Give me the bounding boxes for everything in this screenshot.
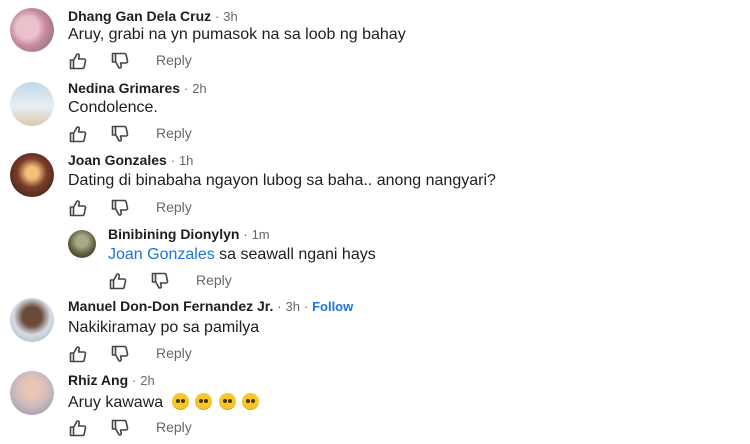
avatar[interactable] (10, 8, 54, 52)
separator: · (132, 373, 137, 388)
separator: · (170, 153, 176, 168)
author-name[interactable]: Rhiz Ang (68, 372, 128, 388)
separator: · (183, 81, 189, 96)
comment-header: Manuel Don-Don Fernandez Jr. · 3h · Foll… (68, 298, 353, 314)
reply-button[interactable]: Reply (156, 52, 192, 68)
thumbs-up-icon[interactable] (68, 51, 88, 71)
thumbs-up-icon[interactable] (68, 124, 88, 144)
crying-face-emoji (241, 393, 259, 410)
comment-text: Dating di binabaha ngayon lubog sa baha.… (68, 172, 496, 189)
comment-header: Joan Gonzales · 1h (68, 152, 193, 168)
timestamp[interactable]: 3h (223, 9, 237, 24)
avatar[interactable] (10, 371, 54, 415)
timestamp[interactable]: 2h (192, 81, 206, 96)
thumbs-up-icon[interactable] (68, 344, 88, 364)
thumbs-down-icon[interactable] (110, 51, 130, 71)
comment-actions: Reply (68, 344, 268, 364)
timestamp[interactable]: 3h (285, 299, 299, 314)
crying-face-emoji (195, 393, 213, 410)
reply-button[interactable]: Reply (156, 125, 192, 141)
reply-button[interactable]: Reply (156, 419, 192, 435)
thumbs-down-icon[interactable] (110, 344, 130, 364)
comment-header: Dhang Gan Dela Cruz · 3h (68, 8, 238, 24)
author-name[interactable]: Manuel Don-Don Fernandez Jr. (68, 298, 273, 314)
avatar[interactable] (68, 230, 96, 258)
comment-header: Nedina Grimares · 2h (68, 80, 207, 96)
thumbs-down-icon[interactable] (110, 198, 130, 218)
comment-actions: Reply (68, 198, 268, 218)
mention-link[interactable]: Joan Gonzales (108, 246, 215, 263)
comment-actions: Reply (68, 124, 268, 144)
thumbs-up-icon[interactable] (68, 198, 88, 218)
author-name[interactable]: Joan Gonzales (68, 152, 167, 168)
timestamp[interactable]: 2h (140, 373, 154, 388)
reply-button[interactable]: Reply (156, 199, 192, 215)
avatar[interactable] (10, 298, 54, 342)
thumbs-down-icon[interactable] (150, 271, 170, 291)
separator: · (215, 9, 220, 24)
emoji-group (171, 393, 261, 411)
thumbs-down-icon[interactable] (110, 418, 130, 438)
follow-button[interactable]: Follow (312, 299, 353, 314)
comment-text: Aruy, grabi na yn pumasok na sa loob ng … (68, 26, 406, 43)
timestamp[interactable]: 1h (179, 153, 193, 168)
author-name[interactable]: Binibining Dionylyn (108, 226, 239, 242)
comment-actions: Reply (68, 418, 268, 438)
comment-actions: Reply (108, 271, 308, 291)
separator: · (277, 299, 282, 314)
author-name[interactable]: Dhang Gan Dela Cruz (68, 8, 211, 24)
timestamp[interactable]: 1m (252, 227, 270, 242)
reply-button[interactable]: Reply (196, 272, 232, 288)
comment-actions: Reply (68, 51, 268, 71)
thumbs-up-icon[interactable] (108, 271, 128, 291)
thumbs-up-icon[interactable] (68, 418, 88, 438)
separator: · (243, 227, 248, 242)
reply-button[interactable]: Reply (156, 345, 192, 361)
crying-face-emoji (171, 393, 189, 410)
comment-header: Binibining Dionylyn · 1m (108, 226, 270, 242)
thumbs-down-icon[interactable] (110, 124, 130, 144)
comment-text: Nakikiramay po sa pamilya (68, 319, 260, 336)
comment-text: Joan Gonzales sa seawall ngani hays (108, 246, 376, 264)
crying-face-emoji (218, 393, 236, 410)
avatar[interactable] (10, 153, 54, 197)
avatar[interactable] (10, 82, 54, 126)
reply-text: sa seawall ngani hays (214, 246, 376, 263)
comment-header: Rhiz Ang · 2h (68, 372, 155, 388)
separator: · (303, 299, 309, 314)
comment-text: Condolence. (68, 99, 158, 116)
comment-text-body: Aruy kawawa (68, 394, 164, 411)
author-name[interactable]: Nedina Grimares (68, 80, 180, 96)
comment-text: Aruy kawawa (68, 393, 261, 412)
